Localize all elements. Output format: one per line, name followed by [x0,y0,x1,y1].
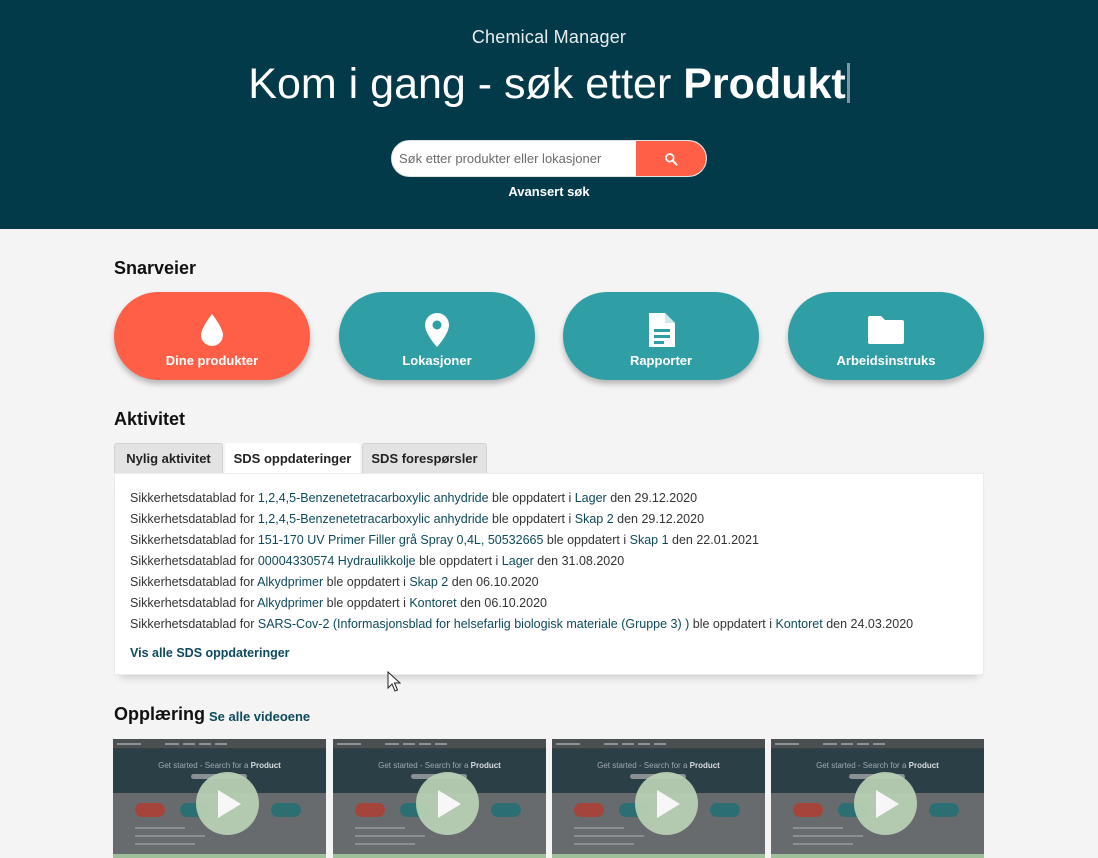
hero-headline: Kom i gang - søk etter Produkt [0,60,1098,109]
app-name: Chemical Manager [471,27,627,47]
product-link[interactable]: 151-170 UV Primer Filler grå Spray 0,4L,… [258,533,544,547]
video-list: Get started - Search for a Product Get s… [113,739,985,858]
product-link[interactable]: 1,2,4,5-Benzenetetracarboxylic anhydride [258,491,489,505]
play-icon [217,789,241,818]
tab-sds-oppdateringer[interactable]: SDS oppdateringer [225,443,360,473]
search-input[interactable] [392,141,638,176]
hero-headline-bold: Produkt [683,60,846,108]
play-button[interactable] [416,772,479,835]
list-item: Sikkerhetsdatablad for Alkydprimer ble o… [130,575,539,589]
location-link[interactable]: Kontoret [409,596,456,610]
location-link[interactable]: Skap 2 [575,512,614,526]
shortcut-label: Rapporter [629,353,693,368]
video-thumb-title: Get started - Search for a Product [158,761,281,770]
list-item: Sikkerhetsdatablad for 1,2,4,5-Benzenete… [130,491,698,505]
typing-caret [846,63,850,103]
video-thumbnail[interactable]: Get started - Search for a Product [333,739,546,858]
mouse-cursor-icon [387,671,401,692]
play-icon [656,789,680,818]
location-link[interactable]: Skap 1 [630,533,669,547]
shortcuts-title: Snarveier [114,258,197,278]
location-link[interactable]: Skap 2 [409,575,448,589]
play-button[interactable] [196,772,259,835]
document-icon [646,310,676,350]
shortcut-label: Arbeidsinstruks [836,353,936,368]
play-icon [875,789,899,818]
activity-title: Aktivitet [114,409,186,429]
product-link[interactable]: 00004330574 Hydraulikkolje [258,554,416,568]
video-thumb-title: Get started - Search for a Product [597,761,720,770]
droplet-icon [199,310,225,350]
video-thumb-title: Get started - Search for a Product [816,761,939,770]
tab-nylig-aktivitet[interactable]: Nylig aktivitet [114,443,223,473]
location-pin-icon [423,310,451,350]
shortcut-lokasjoner[interactable]: Lokasjoner [339,292,535,380]
play-button[interactable] [635,772,698,835]
list-item: Sikkerhetsdatablad for SARS-Cov-2 (Infor… [130,617,914,631]
video-thumbnail[interactable]: Get started - Search for a Product [552,739,765,858]
shortcut-rapporter[interactable]: Rapporter [563,292,759,380]
product-link[interactable]: SARS-Cov-2 (Informasjonsblad for helsefa… [258,617,689,631]
location-link[interactable]: Kontoret [775,617,822,631]
shortcut-arbeidsinstruks[interactable]: Arbeidsinstruks [788,292,984,380]
play-icon [437,789,461,818]
folder-icon [867,310,905,350]
location-link[interactable]: Lager [502,554,534,568]
hero-headline-prefix: Kom i gang - søk etter [248,60,672,108]
product-link[interactable]: Alkydprimer [257,575,323,589]
shortcuts-row: Dine produkter Lokasjoner Rapporter Arbe… [114,292,984,380]
sds-updates-list: Sikkerhetsdatablad for 1,2,4,5-Benzenete… [130,491,913,638]
product-link[interactable]: Alkydprimer [257,596,323,610]
video-thumbnail[interactable]: Get started - Search for a Product [771,739,984,858]
search-button[interactable] [636,141,706,176]
list-item: Sikkerhetsdatablad for 00004330574 Hydra… [130,554,625,568]
hero-banner: Chemical Manager Kom i gang - søk etter … [0,0,1098,229]
sds-updates-panel: Sikkerhetsdatablad for 1,2,4,5-Benzenete… [114,473,984,675]
list-item: Sikkerhetsdatablad for Alkydprimer ble o… [130,596,547,610]
search-icon [665,152,678,166]
shortcut-label: Dine produkter [165,353,259,368]
location-link[interactable]: Lager [575,491,607,505]
video-thumbnail[interactable]: Get started - Search for a Product [113,739,326,858]
training-title: Opplæring [114,704,205,724]
play-button[interactable] [854,772,917,835]
shortcut-label: Lokasjoner [402,353,472,368]
see-all-videos-link[interactable]: Se alle videoene [209,709,310,724]
list-item: Sikkerhetsdatablad for 1,2,4,5-Benzenete… [130,512,705,526]
video-thumb-title: Get started - Search for a Product [378,761,501,770]
view-all-sds-updates-link[interactable]: Vis alle SDS oppdateringer [130,646,290,660]
search-bar [391,140,707,177]
product-link[interactable]: 1,2,4,5-Benzenetetracarboxylic anhydride [258,512,489,526]
shortcut-dine-produkter[interactable]: Dine produkter [114,292,310,380]
list-item: Sikkerhetsdatablad for 151-170 UV Primer… [130,533,759,547]
tab-sds-foresporsler[interactable]: SDS forespørsler [362,443,487,473]
advanced-search-link[interactable]: Avansert søk [0,184,1098,199]
